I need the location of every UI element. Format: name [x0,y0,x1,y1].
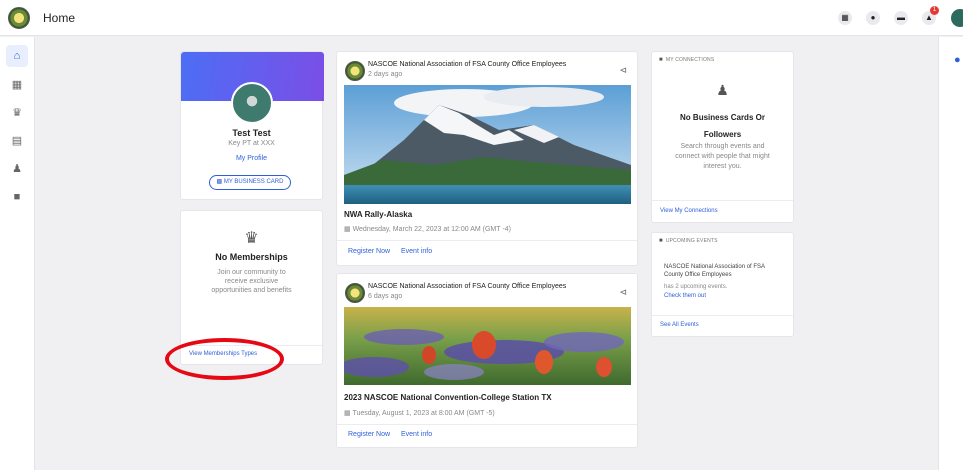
see-all-events-link[interactable]: See All Events [660,322,699,328]
bulb-icon[interactable]: ● [866,11,880,25]
post-date-text: Wednesday, March 22, 2023 at 12:00 AM (G… [352,226,511,233]
memberships-description: Join our community to receive exclusive … [211,269,292,294]
highlight-circle [165,338,284,380]
register-now-link[interactable]: Register Now [348,431,390,438]
connections-header: ■ MY CONNECTIONS [659,57,714,63]
person-icon: ♟ [716,82,729,98]
post-card: NASCOE National Association of FSA Count… [336,273,638,448]
post-time: 2 days ago [368,71,403,78]
post-title[interactable]: NWA Rally-Alaska [344,210,412,219]
connections-title: No Business Cards Or Followers [680,113,765,139]
business-card-button[interactable]: ▩ MY BUSINESS CARD [209,175,291,190]
upcoming-events-header-text: UPCOMING EVENTS [665,238,718,244]
share-icon[interactable]: ⊲ [619,287,627,298]
divider [337,424,637,425]
profile-name: Test Test [232,128,271,138]
divider [652,315,793,316]
event-info-link[interactable]: Event info [401,248,432,255]
briefcase-icon[interactable]: ■ [6,186,28,208]
notification-badge: 1 [930,6,939,15]
post-date: ▦ Wednesday, March 22, 2023 at 12:00 AM … [344,225,511,233]
post-time: 6 days ago [368,293,403,300]
share-icon[interactable]: ⊲ [619,65,627,76]
divider [652,200,793,201]
event-org-name: NASCOE National Association of FSA Count… [664,264,765,278]
post-org-name[interactable]: NASCOE National Association of FSA Count… [368,283,566,290]
profile-title: Key PT at XXX [228,140,275,147]
calendar-icon[interactable]: ▦ [6,74,28,96]
chat-icon[interactable]: ▬ [894,11,908,25]
post-title[interactable]: 2023 NASCOE National Convention-College … [344,393,552,402]
my-profile-link[interactable]: My Profile [181,155,322,162]
view-my-connections-link[interactable]: View My Connections [660,208,718,214]
home-icon[interactable]: ⌂ [6,45,28,67]
post-image-mountains[interactable] [344,85,631,204]
post-date: ▦ Tuesday, August 1, 2023 at 8:00 AM (GM… [344,409,495,417]
page-title: Home [43,11,76,25]
register-now-link[interactable]: Register Now [348,248,390,255]
upcoming-events-card: ■ UPCOMING EVENTS NASCOE National Associa… [651,232,794,337]
crown-icon[interactable]: ♛ [6,102,28,124]
list-icon: ■ [659,238,663,244]
upcoming-events-header: ■ UPCOMING EVENTS [659,238,718,244]
top-bar: Home ▦ ● ▬ ▲ 1 [0,0,963,36]
post-image-flowers[interactable] [344,307,631,385]
event-info-link[interactable]: Event info [401,431,432,438]
chat-bubble-icon[interactable]: ● [954,54,961,66]
calendar-icon: ▦ [344,226,353,233]
connections-icon: ■ [659,57,663,63]
event-count-text: has 2 upcoming events. [664,284,728,290]
profile-avatar[interactable] [231,82,273,124]
org-logo[interactable] [345,61,365,81]
check-them-out-link[interactable]: Check them out [664,293,706,299]
connections-description: Search through events and connect with p… [675,143,770,170]
post-org-name[interactable]: NASCOE National Association of FSA Count… [368,61,566,68]
card-icon: ▩ [216,179,224,185]
crown-icon: ♛ [244,230,259,247]
side-nav: ⌂ ▦ ♛ ▤ ♟ ■ [0,37,35,470]
profile-card: Test Test Key PT at XXX My Profile ▩ MY … [180,51,324,200]
people-icon[interactable]: ♟ [6,158,28,180]
inbox-icon[interactable]: ▤ [6,130,28,152]
connections-header-text: MY CONNECTIONS [665,57,715,63]
post-card: NASCOE National Association of FSA Count… [336,51,638,266]
business-card-label: MY BUSINESS CARD [223,179,284,185]
connections-card: ■ MY CONNECTIONS ♟ No Business Cards Or F… [651,51,794,223]
org-logo[interactable] [345,283,365,303]
user-avatar[interactable] [951,9,963,27]
post-date-text: Tuesday, August 1, 2023 at 8:00 AM (GMT … [352,410,495,417]
grid-icon[interactable]: ▦ [838,11,852,25]
right-strip: ● [938,37,963,470]
memberships-title: No Memberships [215,252,288,262]
divider [337,240,637,241]
nascoe-logo[interactable] [8,7,30,29]
